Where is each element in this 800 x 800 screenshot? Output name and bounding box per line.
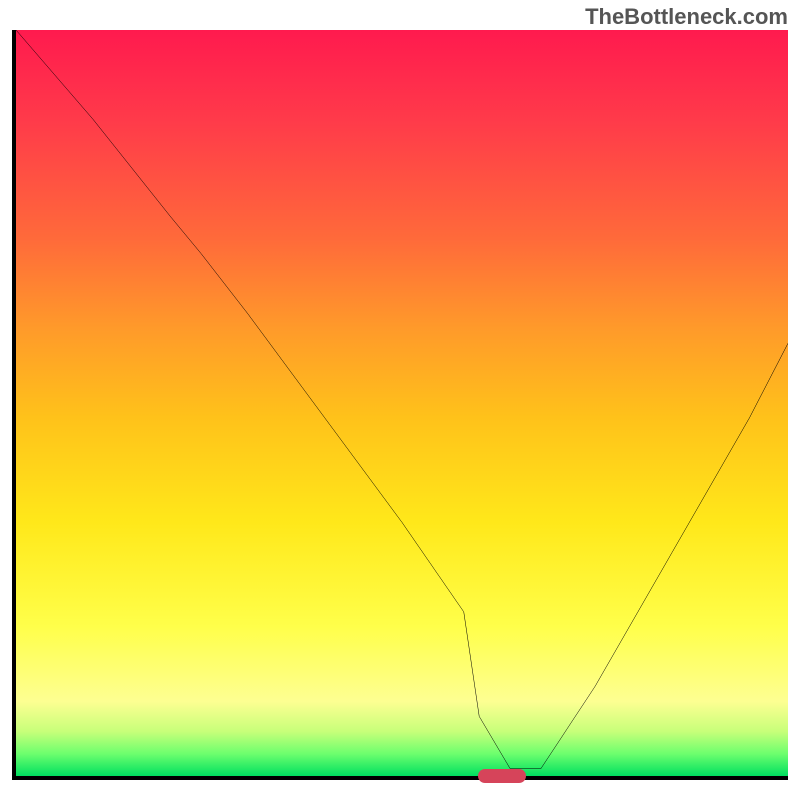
chart-curve-svg [16,30,788,776]
chart-plot-area [12,30,788,780]
bottleneck-marker [478,769,526,783]
bottleneck-curve-path [16,30,788,769]
watermark-label: TheBottleneck.com [585,4,788,30]
